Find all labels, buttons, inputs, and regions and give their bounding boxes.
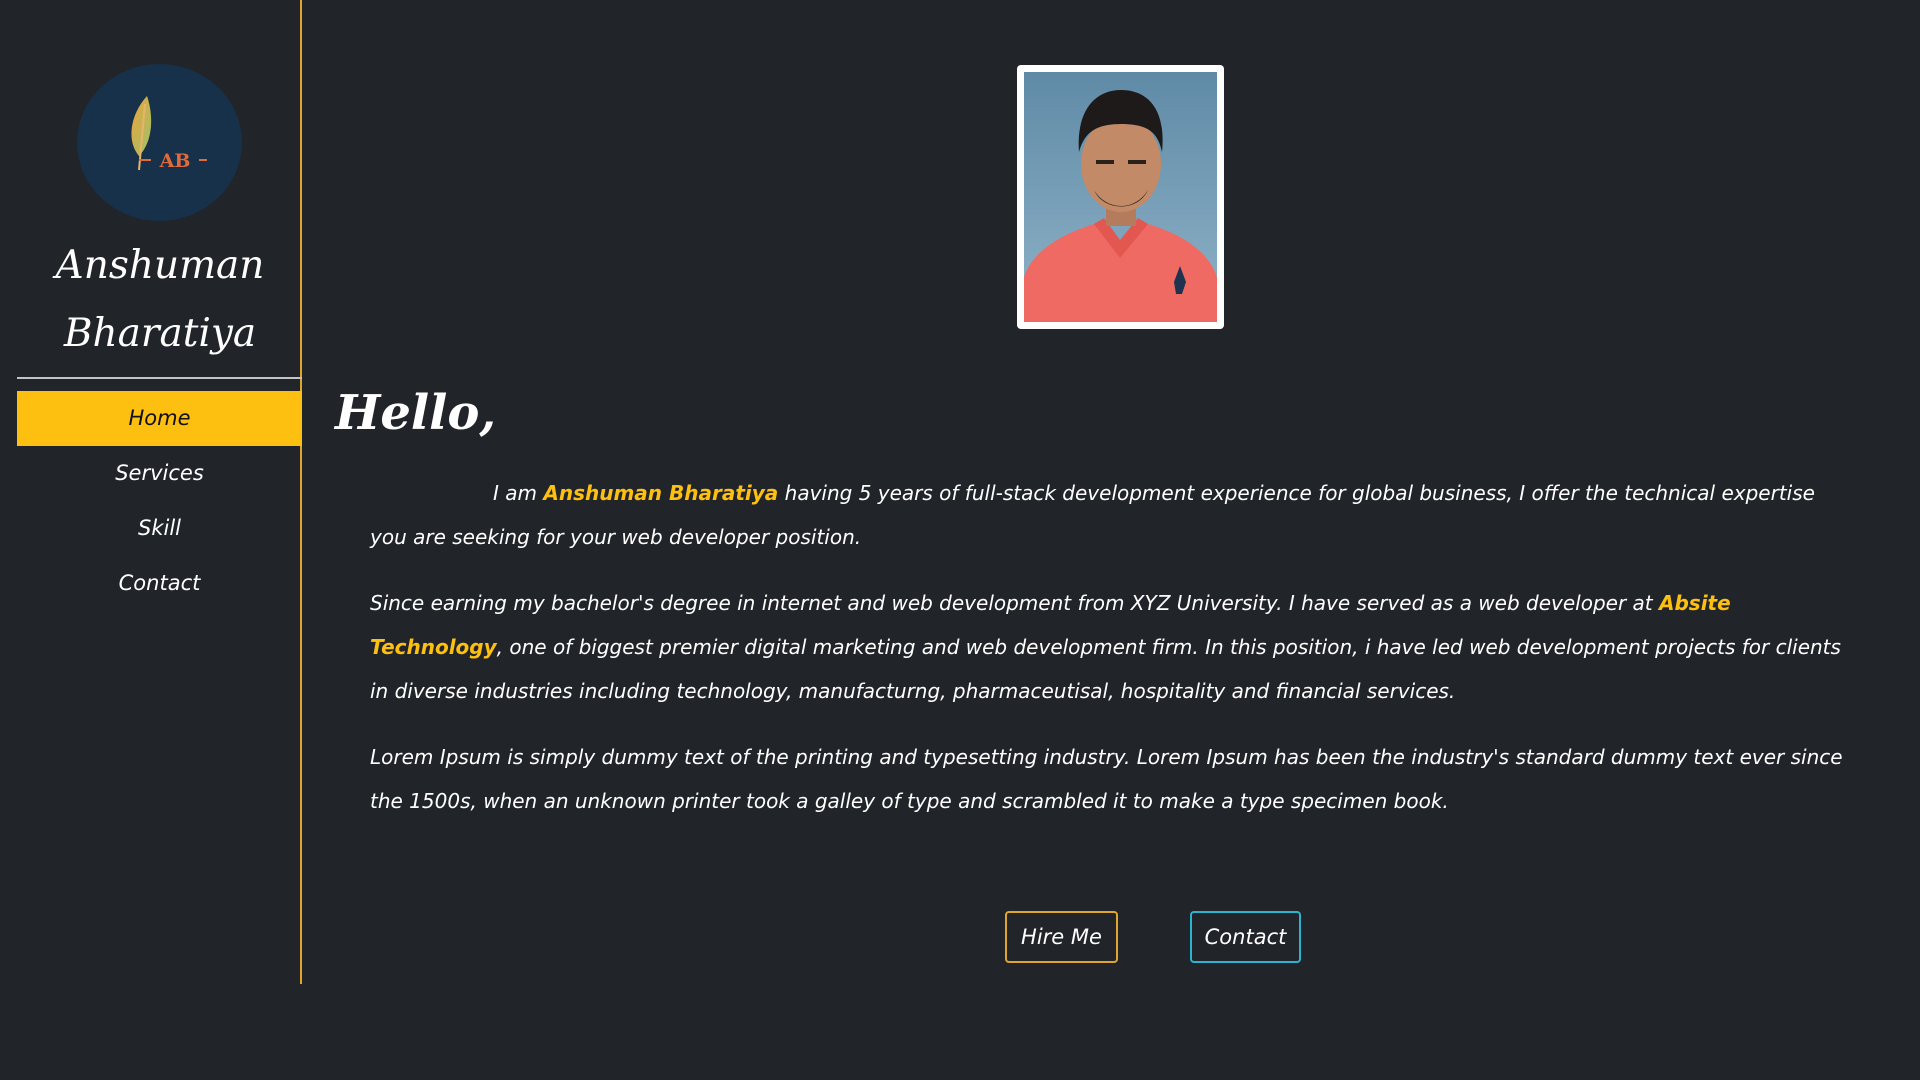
sidebar: AB Anshuman Bharatiya Home Services Skil…	[0, 0, 302, 984]
portrait-image	[1024, 72, 1217, 322]
leaf-logo-icon: AB	[131, 96, 207, 172]
nav-item-services[interactable]: Services	[17, 446, 302, 501]
nav-item-contact[interactable]: Contact	[17, 556, 302, 611]
contact-button[interactable]: Contact	[1190, 911, 1301, 963]
intro-paragraph: I am Anshuman Bharatiya having 5 years o…	[370, 481, 1815, 549]
profile-photo	[1017, 65, 1224, 329]
svg-text:AB: AB	[159, 150, 191, 172]
lorem-paragraph: Lorem Ipsum is simply dummy text of the …	[370, 745, 1843, 813]
logo[interactable]: AB	[77, 64, 242, 221]
hire-me-button[interactable]: Hire Me	[1005, 911, 1118, 963]
name-first: Anshuman	[55, 243, 265, 288]
greeting-heading: Hello,	[335, 385, 497, 441]
highlight-name: Anshuman Bharatiya	[543, 481, 779, 505]
experience-paragraph: Since earning my bachelor's degree in in…	[370, 591, 1841, 703]
site-owner-name: Anshuman Bharatiya	[0, 232, 320, 368]
nav-item-skill[interactable]: Skill	[17, 501, 302, 556]
nav-item-home[interactable]: Home	[17, 391, 302, 446]
sidebar-divider	[17, 377, 302, 379]
name-last: Bharatiya	[63, 311, 257, 356]
